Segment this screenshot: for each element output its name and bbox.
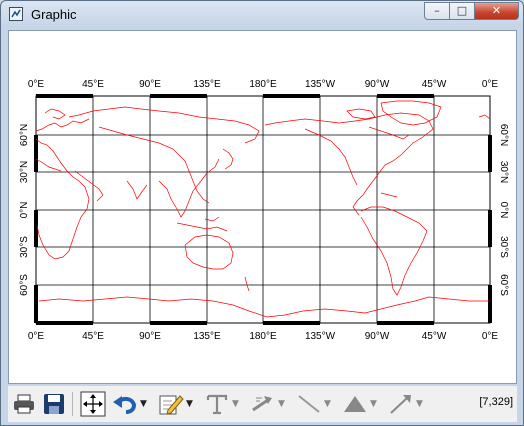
lon-label: 45°W (422, 79, 447, 90)
lon-label: 0°E (482, 79, 499, 90)
bottom-longitude-labels: 0°E 45°E 90°E 135°E 180°E 135°W 90°W 45°… (28, 331, 499, 342)
arrow-style-button[interactable]: ▼ (250, 390, 285, 418)
text-tool-button[interactable]: ▼ (204, 390, 239, 418)
line-icon (298, 395, 320, 413)
lat-label: 30°N (498, 161, 509, 183)
world-map[interactable]: 0°E 45°E 90°E 135°E 180°E 135°W 90°W 45°… (9, 31, 516, 383)
chevron-down-icon[interactable]: ▼ (416, 399, 423, 409)
printer-icon (14, 394, 34, 414)
close-button[interactable]: ✕ (474, 2, 519, 20)
graphic-canvas[interactable]: 0°E 45°E 90°E 135°E 180°E 135°W 90°W 45°… (8, 30, 517, 384)
undo-icon (113, 396, 137, 414)
lon-label: 45°E (82, 79, 104, 90)
lon-label: 0°E (482, 331, 499, 342)
pan-zoom-button[interactable] (80, 390, 106, 418)
lat-label: 60°N (19, 124, 30, 146)
polygon-tool-button[interactable]: ▼ (342, 390, 377, 418)
lat-label: 60°S (19, 274, 30, 296)
window-title: Graphic (31, 7, 77, 22)
pointer-arrow-button[interactable]: ▼ (388, 390, 423, 418)
lon-label: 135°W (305, 331, 336, 342)
lon-label: 90°E (139, 331, 161, 342)
lat-label: 0°N (498, 202, 509, 219)
chevron-down-icon[interactable]: ▼ (186, 399, 193, 409)
lon-label: 45°W (422, 331, 447, 342)
polygon-icon (344, 396, 366, 412)
lon-label: 0°E (28, 79, 45, 90)
lon-label: 135°E (193, 79, 221, 90)
chevron-down-icon[interactable]: ▼ (140, 399, 147, 409)
lon-label: 90°E (139, 79, 161, 90)
arrow-style-icon (252, 396, 272, 412)
lon-label: 45°E (82, 331, 104, 342)
lon-label: 90°W (365, 79, 390, 90)
lat-label: 60°N (498, 124, 509, 146)
top-longitude-labels: 0°E 45°E 90°E 135°E 180°E 135°W 90°W 45°… (28, 79, 499, 90)
lon-label: 135°W (305, 79, 336, 90)
undo-button[interactable]: ▼ (112, 390, 147, 418)
lon-label: 180°E (249, 79, 277, 90)
save-icon (44, 394, 64, 414)
maximize-button[interactable]: □ (449, 2, 475, 20)
toolbar-separator (72, 392, 73, 416)
chevron-down-icon[interactable]: ▼ (370, 399, 377, 409)
lat-label: 0°N (19, 202, 30, 219)
save-button[interactable] (42, 390, 66, 418)
chevron-down-icon[interactable]: ▼ (232, 399, 239, 409)
annotate-icon (159, 395, 184, 415)
chevron-down-icon[interactable]: ▼ (278, 399, 285, 409)
title-bar[interactable]: Graphic – □ ✕ (1, 1, 523, 29)
lon-label: 180°E (249, 331, 277, 342)
cursor-coordinates: [7,329] (479, 396, 513, 408)
graphic-window: Graphic – □ ✕ 0°E 45°E 90°E 135°E 180°E … (0, 0, 524, 426)
chevron-down-icon[interactable]: ▼ (324, 399, 331, 409)
lat-label: 30°N (19, 161, 30, 183)
lat-label: 30°S (19, 236, 30, 258)
pan-zoom-icon (80, 391, 106, 417)
text-icon (206, 394, 228, 415)
minimize-button[interactable]: – (424, 2, 450, 20)
lon-label: 90°W (365, 331, 390, 342)
annotate-button[interactable]: ▼ (158, 390, 193, 418)
lat-label: 30°S (498, 236, 509, 258)
toolbar: ▼ ▼ ▼ ▼ ▼ ▼ ▼ [7,329] (8, 386, 517, 422)
lat-label: 60°S (498, 274, 509, 296)
pointer-arrow-icon (390, 395, 411, 414)
lon-label: 135°E (193, 331, 221, 342)
print-button[interactable] (12, 390, 36, 418)
line-tool-button[interactable]: ▼ (296, 390, 331, 418)
right-latitude-labels: 60°N 30°N 0°N 30°S 60°S (498, 124, 509, 296)
left-latitude-labels: 60°N 30°N 0°N 30°S 60°S (19, 124, 30, 296)
lon-label: 0°E (28, 331, 45, 342)
app-icon (9, 7, 23, 21)
